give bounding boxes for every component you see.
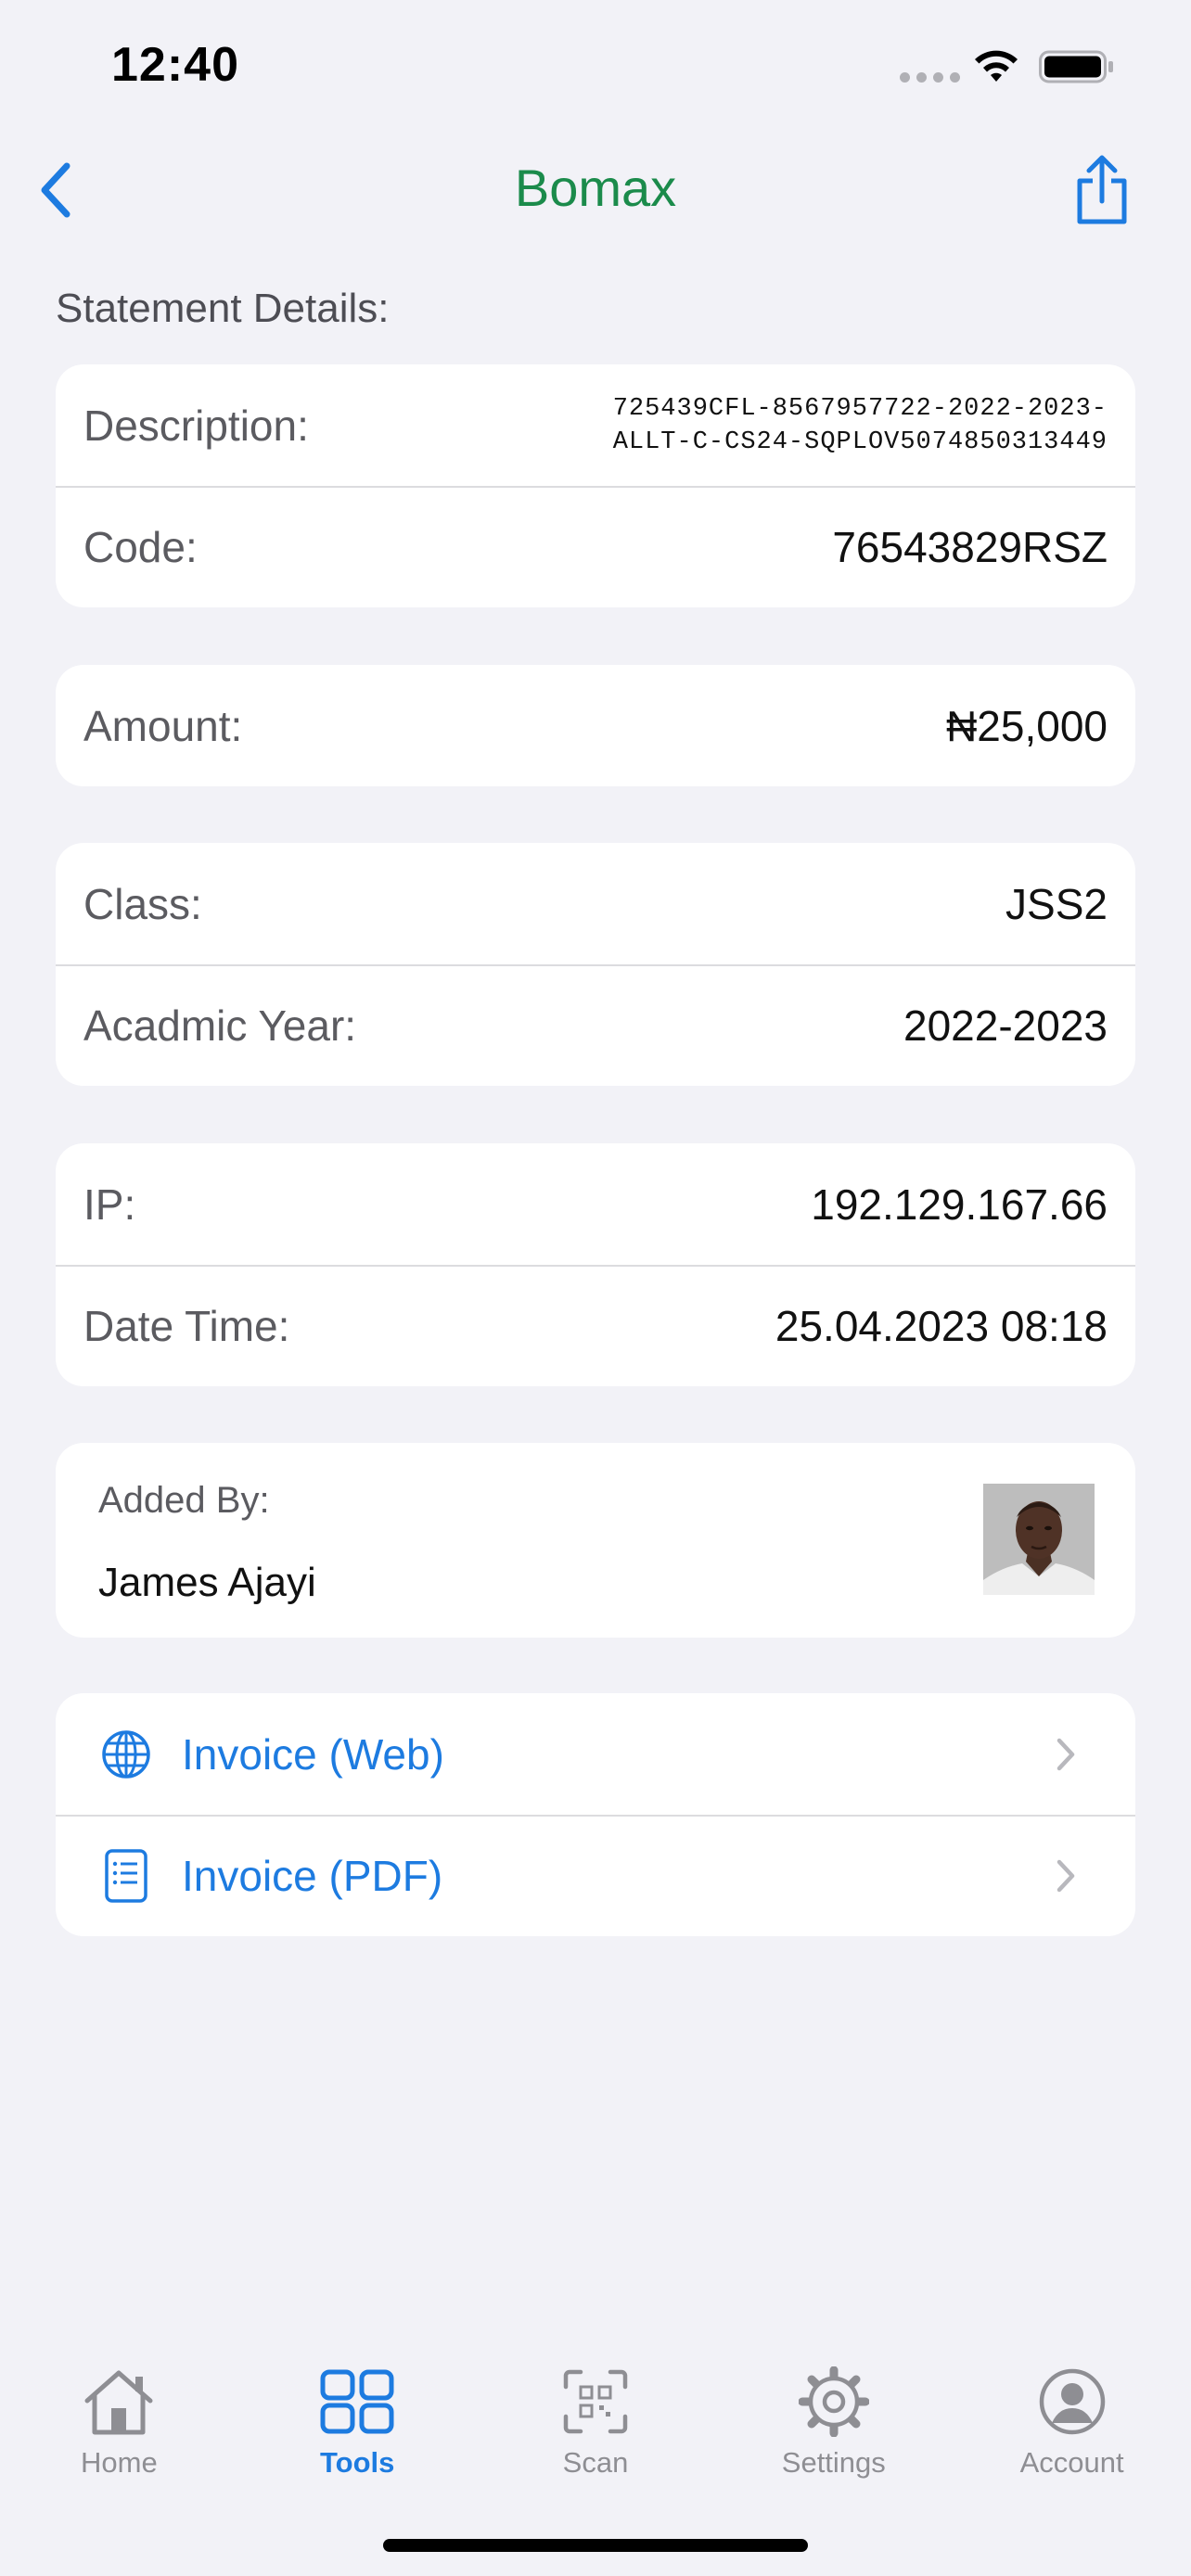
class-card: Class: JSS2 Acadmic Year: 2022-2023: [56, 843, 1135, 1086]
tab-account[interactable]: Account: [953, 2337, 1191, 2522]
share-icon: [1077, 155, 1127, 224]
code-row: Code: 76543829RSZ: [56, 486, 1135, 607]
tab-settings[interactable]: Settings: [714, 2337, 953, 2522]
added-by-card: Added By: James Ajayi: [56, 1443, 1135, 1638]
amount-value: ₦25,000: [946, 701, 1108, 750]
code-value: 76543829RSZ: [832, 522, 1108, 571]
invoice-web-label: Invoice (Web): [182, 1729, 444, 1779]
code-label: Code:: [83, 522, 198, 571]
chevron-right-icon: [1057, 1859, 1075, 1892]
datetime-row: Date Time: 25.04.2023 08:18: [56, 1265, 1135, 1386]
ip-row: IP: 192.129.167.66: [56, 1143, 1135, 1265]
tab-account-label: Account: [1019, 2446, 1124, 2479]
description-line-1: 725439CFL-8567957722-2022-2023-: [612, 394, 1108, 423]
academic-year-value: 2022-2023: [903, 1001, 1108, 1050]
class-value: JSS2: [1005, 879, 1108, 928]
qr-scan-icon: [563, 2369, 628, 2434]
invoice-pdf-link[interactable]: Invoice (PDF): [56, 1815, 1135, 1936]
globe-icon: [102, 1729, 150, 1779]
gear-icon: [798, 2366, 869, 2437]
tab-home[interactable]: Home: [0, 2337, 238, 2522]
description-label: Description:: [83, 401, 309, 450]
ip-value: 192.129.167.66: [811, 1180, 1108, 1229]
home-icon: [84, 2370, 153, 2435]
academic-year-row: Acadmic Year: 2022-2023: [56, 964, 1135, 1086]
status-time: 12:40: [111, 38, 239, 92]
invoice-links-card: Invoice (Web) Invoice (PDF): [56, 1693, 1135, 1936]
added-by-name: James Ajayi: [98, 1560, 316, 1605]
page-title: Bomax: [514, 159, 677, 217]
status-bar: 12:40: [0, 0, 1191, 130]
invoice-pdf-label: Invoice (PDF): [182, 1851, 443, 1900]
amount-label: Amount:: [83, 701, 243, 750]
meta-card: IP: 192.129.167.66 Date Time: 25.04.2023…: [56, 1143, 1135, 1386]
tab-tools[interactable]: Tools: [238, 2337, 477, 2522]
share-button[interactable]: [1065, 148, 1139, 232]
academic-year-label: Acadmic Year:: [83, 1001, 357, 1050]
description-line-2: ALLT-C-CS24-SQPLOV5074850313449: [612, 427, 1108, 456]
class-row: Class: JSS2: [56, 843, 1135, 964]
home-indicator: [383, 2539, 808, 2552]
amount-card: Amount: ₦25,000: [56, 665, 1135, 786]
class-label: Class:: [83, 879, 202, 928]
tab-scan-label: Scan: [562, 2446, 629, 2479]
description-row: Description: 725439CFL-8567957722-2022-2…: [56, 364, 1135, 486]
section-label: Statement Details:: [56, 286, 390, 331]
grid-icon: [320, 2369, 394, 2434]
tab-tools-label: Tools: [320, 2446, 395, 2479]
invoice-web-link[interactable]: Invoice (Web): [56, 1693, 1135, 1815]
person-circle-icon: [1039, 2368, 1105, 2435]
battery-icon: [1039, 50, 1113, 83]
tab-settings-label: Settings: [781, 2446, 886, 2479]
description-value: 725439CFL-8567957722-2022-2023- ALLT-C-C…: [613, 392, 1108, 459]
tab-home-label: Home: [81, 2446, 158, 2479]
amount-row: Amount: ₦25,000: [56, 665, 1135, 786]
datetime-label: Date Time:: [83, 1301, 290, 1350]
document-icon: [105, 1848, 147, 1903]
tab-bar: Home Tools Scan Settings Account: [0, 2337, 1191, 2522]
ip-label: IP:: [83, 1180, 136, 1229]
avatar: [983, 1484, 1095, 1595]
wifi-icon: [975, 50, 1018, 82]
tab-scan[interactable]: Scan: [477, 2337, 715, 2522]
statement-details-screen: 12:40 Bomax Statement Details: Descripti…: [0, 0, 1191, 2576]
navigation-bar: Bomax: [0, 130, 1191, 250]
datetime-value: 25.04.2023 08:18: [775, 1301, 1108, 1350]
chevron-right-icon: [1057, 1738, 1075, 1770]
signal-icon: [900, 72, 960, 83]
statement-card: Description: 725439CFL-8567957722-2022-2…: [56, 364, 1135, 607]
added-by-label: Added By:: [98, 1480, 270, 1521]
